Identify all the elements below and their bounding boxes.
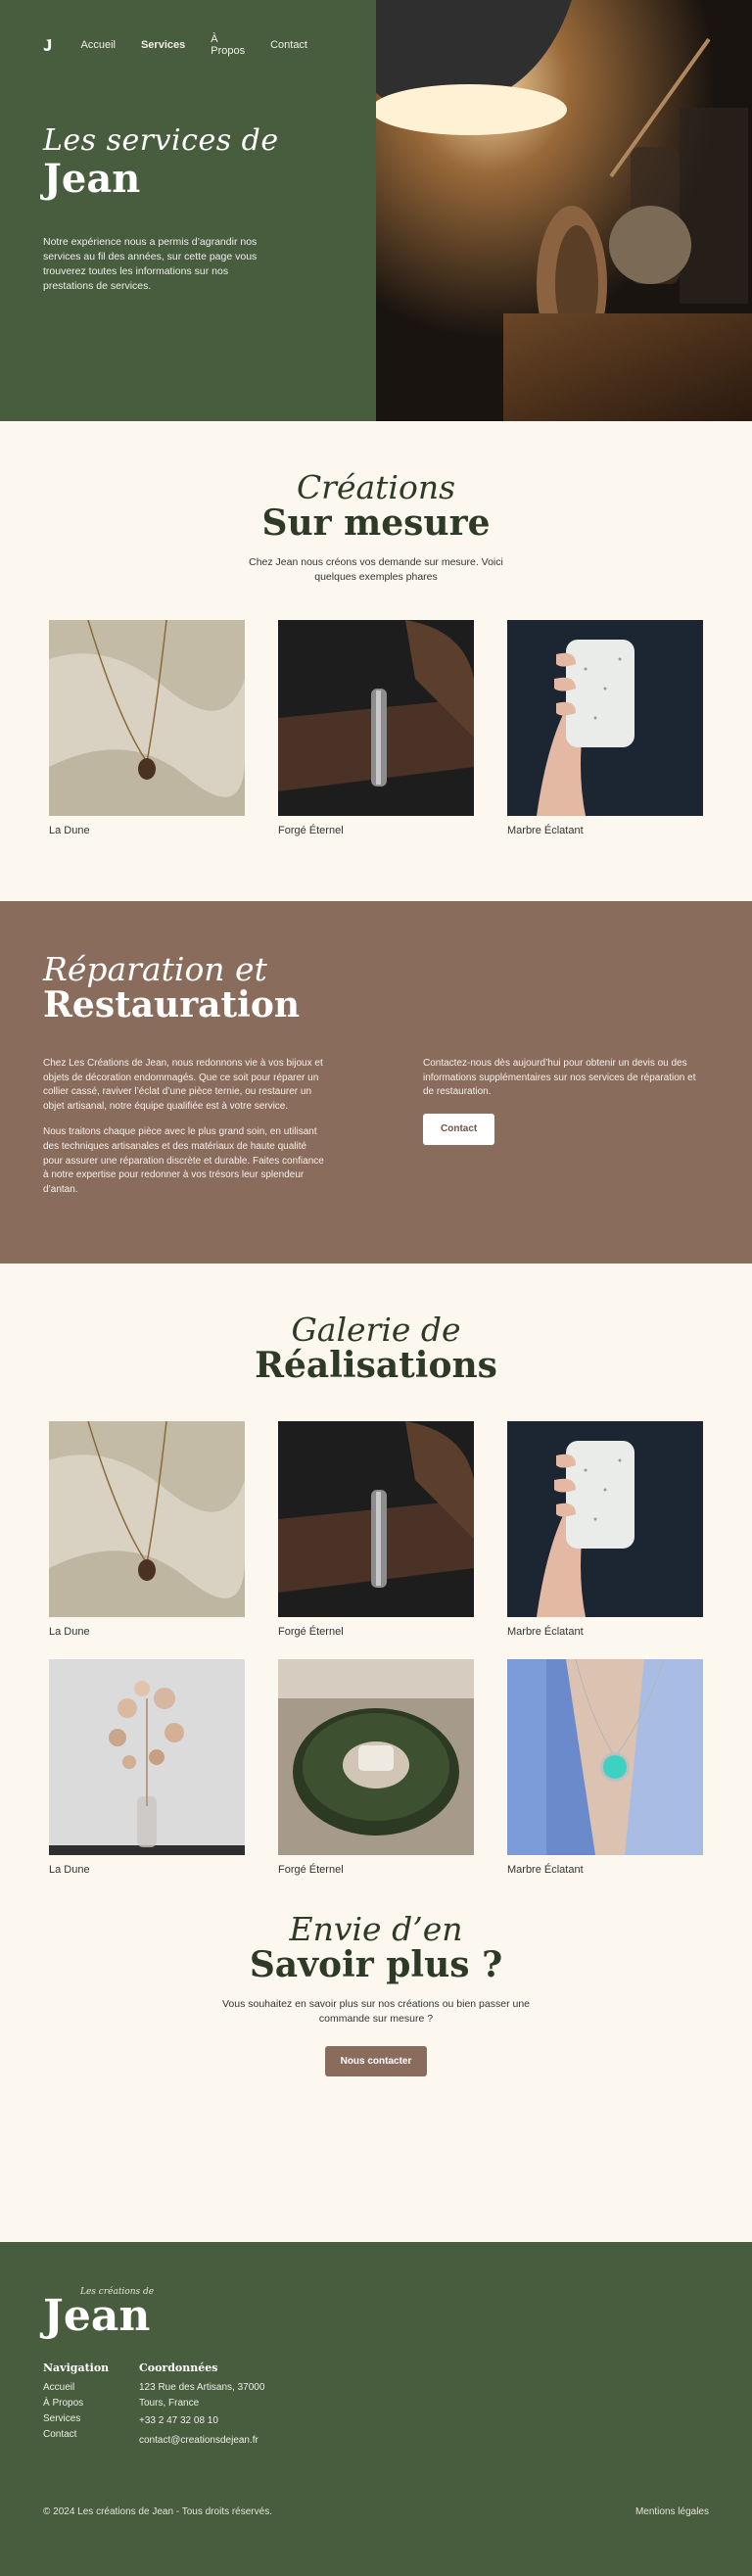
cta-title: Envie d’en Savoir plus ?: [0, 1910, 752, 1985]
hero-photo: [376, 0, 752, 421]
bracelet-image: [278, 1421, 474, 1617]
necklace-image: [49, 620, 245, 816]
nav-a-propos[interactable]: À Propos: [211, 33, 245, 57]
gallery-caption: Marbre Éclatant: [507, 1864, 584, 1876]
gallery-card[interactable]: La Dune: [49, 1421, 245, 1638]
bracelet-image: [278, 620, 474, 816]
gallery-row-1: La Dune Forgé Éternel Marbre Éclatant: [0, 1421, 752, 1638]
creations-grid: La Dune Forgé Éternel Marbre Éclatant: [0, 620, 752, 836]
repair-section: Réparation et Restauration Chez Les Créa…: [0, 901, 752, 1264]
page-title: Les services de Jean: [43, 123, 333, 202]
nav-accueil[interactable]: Accueil: [81, 39, 116, 51]
pendant-image: [507, 1659, 703, 1855]
gallery-caption: La Dune: [49, 1626, 90, 1638]
dried-flowers-image: [49, 1659, 245, 1855]
repair-paragraph-1: Chez Les Créations de Jean, nous redonno…: [43, 1058, 323, 1112]
footer-coordinates: Coordonnées 123 Rue des Artisans, 37000 …: [139, 2361, 264, 2449]
creations-title-script: Créations: [296, 468, 456, 506]
gallery-caption: Forgé Éternel: [278, 1864, 344, 1876]
creation-card[interactable]: La Dune: [49, 620, 245, 836]
wreath-image: [278, 1659, 474, 1855]
repair-title: Réparation et Restauration: [43, 950, 709, 1026]
creation-caption: Marbre Éclatant: [507, 825, 584, 836]
repair-title-script: Réparation et: [43, 950, 267, 988]
main-nav: Accueil Services À Propos Contact: [43, 29, 333, 61]
creations-subtitle: Chez Jean nous créons vos demande sur me…: [249, 556, 503, 583]
page-title-script: Les services de: [43, 123, 279, 158]
creation-card[interactable]: Marbre Éclatant: [507, 620, 703, 836]
gallery-title-display: Réalisations: [255, 1345, 497, 1386]
footer-link-accueil[interactable]: Accueil: [43, 2380, 139, 2396]
footer-address-line-2: Tours, France: [139, 2398, 200, 2409]
footer-logo-big: Jean: [43, 2291, 151, 2341]
hero-image-lamp-workshop: [376, 0, 752, 421]
gallery-caption: La Dune: [49, 1864, 90, 1876]
gallery-caption: Forgé Éternel: [278, 1626, 344, 1638]
soap-image: [507, 1421, 703, 1617]
gallery-section: Galerie de Réalisations La Dune Forgé Ét…: [0, 1264, 752, 1910]
hero-panel: Accueil Services À Propos Contact Les se…: [0, 0, 376, 421]
creations-section: Créations Sur mesure Chez Jean nous créo…: [0, 421, 752, 901]
footer-address-line-1: 123 Rue des Artisans, 37000: [139, 2382, 265, 2393]
footer-bottom-bar: © 2024 Les créations de Jean - Tous droi…: [43, 2506, 709, 2517]
footer: Les créations de Jean Navigation Accueil…: [0, 2242, 752, 2576]
creations-title: Créations Sur mesure: [0, 468, 752, 544]
footer-logo[interactable]: Les créations de Jean: [43, 2281, 210, 2341]
legal-link[interactable]: Mentions légales: [635, 2506, 709, 2517]
footer-link-contact[interactable]: Contact: [43, 2427, 139, 2443]
repair-contact-text: Contactez-nous dès aujourd’hui pour obte…: [423, 1058, 696, 1098]
creation-caption: La Dune: [49, 825, 90, 836]
hero-text: Notre expérience nous a permis d’agrandi…: [43, 236, 258, 292]
contact-button[interactable]: Contact: [423, 1113, 495, 1146]
creations-title-display: Sur mesure: [261, 502, 491, 544]
gallery-card[interactable]: Forgé Éternel: [278, 1421, 474, 1638]
footer-phone[interactable]: +33 2 47 32 08 10: [139, 2413, 264, 2429]
footer-nav-title: Navigation: [43, 2361, 110, 2374]
gallery-title-script: Galerie de: [291, 1311, 461, 1349]
gallery-title: Galerie de Réalisations: [0, 1311, 752, 1386]
logo-icon[interactable]: [43, 30, 54, 60]
gallery-card[interactable]: Marbre Éclatant: [507, 1421, 703, 1638]
footer-coords-title: Coordonnées: [139, 2361, 218, 2374]
hero-section: Accueil Services À Propos Contact Les se…: [0, 0, 752, 421]
nav-services[interactable]: Services: [141, 39, 185, 51]
repair-description: Chez Les Créations de Jean, nous redonno…: [43, 1057, 327, 1197]
gallery-card[interactable]: Marbre Éclatant: [507, 1659, 703, 1876]
page-title-display: Jean: [43, 156, 141, 202]
soap-image: [507, 620, 703, 816]
cta-section: Envie d’en Savoir plus ? Vous souhaitez …: [0, 1910, 752, 2242]
footer-navigation: Navigation Accueil À Propos Services Con…: [43, 2361, 139, 2449]
contact-us-button[interactable]: Nous contacter: [324, 2046, 428, 2076]
repair-paragraph-2: Nous traitons chaque pièce avec le plus …: [43, 1126, 324, 1195]
footer-link-services[interactable]: Services: [43, 2411, 139, 2427]
creation-caption: Forgé Éternel: [278, 825, 344, 836]
gallery-caption: Marbre Éclatant: [507, 1626, 584, 1638]
footer-link-a-propos[interactable]: À Propos: [43, 2396, 139, 2411]
cta-title-script: Envie d’en: [289, 1910, 463, 1948]
repair-title-display: Restauration: [43, 984, 301, 1026]
footer-email[interactable]: contact@creationsdejean.fr: [139, 2433, 264, 2449]
nav-contact[interactable]: Contact: [270, 39, 307, 51]
gallery-card[interactable]: La Dune: [49, 1659, 245, 1876]
creation-card[interactable]: Forgé Éternel: [278, 620, 474, 836]
repair-contact: Contactez-nous dès aujourd’hui pour obte…: [423, 1057, 707, 1197]
copyright: © 2024 Les créations de Jean - Tous droi…: [43, 2506, 272, 2517]
gallery-card[interactable]: Forgé Éternel: [278, 1659, 474, 1876]
necklace-image: [49, 1421, 245, 1617]
cta-text: Vous souhaitez en savoir plus sur nos cr…: [221, 1998, 531, 2025]
gallery-row-2: La Dune Forgé Éternel Marbre Éclatant: [0, 1659, 752, 1876]
cta-title-display: Savoir plus ?: [249, 1944, 503, 1985]
